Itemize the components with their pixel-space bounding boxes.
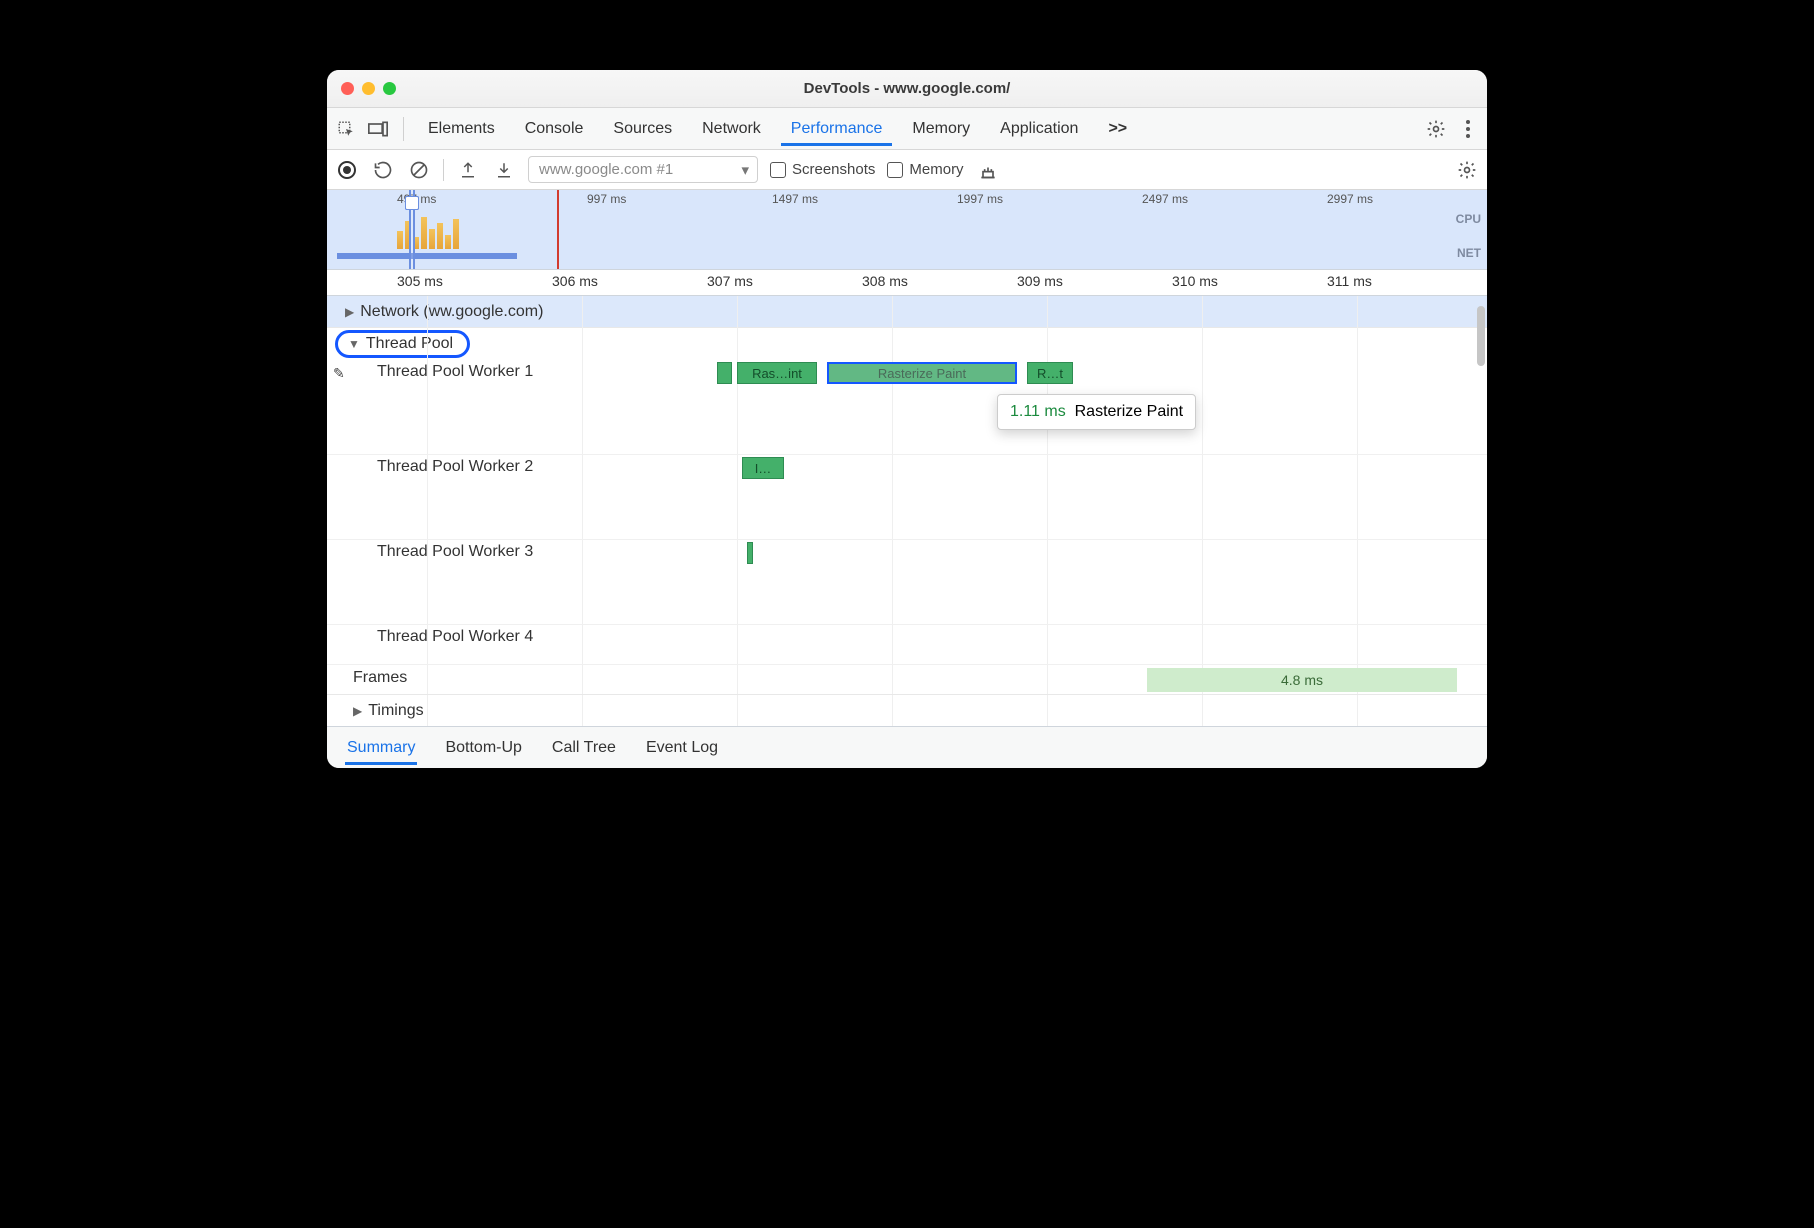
capture-settings-gear-icon[interactable] — [1455, 158, 1479, 182]
checkbox-icon — [770, 162, 786, 178]
overview-selection[interactable] — [409, 190, 415, 269]
window-title: DevTools - www.google.com/ — [804, 80, 1011, 97]
profile-select[interactable]: www.google.com #1 — [528, 156, 758, 183]
tab-memory[interactable]: Memory — [902, 112, 980, 146]
lane-worker-4: Thread Pool Worker 4 — [327, 625, 1487, 665]
tab-network[interactable]: Network — [692, 112, 771, 146]
details-tab-event-log[interactable]: Event Log — [644, 731, 720, 765]
overview-marker — [557, 190, 559, 269]
tab-console[interactable]: Console — [515, 112, 594, 146]
overview-cpu-label: CPU — [1456, 212, 1481, 226]
vertical-scrollbar[interactable] — [1475, 296, 1485, 726]
ruler-tick: 311 ms — [1327, 273, 1372, 289]
tab-separator — [403, 117, 404, 141]
details-tabs: Summary Bottom-Up Call Tree Event Log — [327, 726, 1487, 768]
details-tab-bottom-up[interactable]: Bottom-Up — [443, 731, 523, 765]
ruler-tick: 306 ms — [552, 273, 598, 289]
kebab-menu-icon[interactable] — [1457, 118, 1479, 140]
scroll-thumb[interactable] — [1477, 306, 1485, 366]
screenshots-toggle[interactable]: Screenshots — [770, 161, 875, 178]
task-bar[interactable]: Ras…int — [737, 362, 817, 384]
record-button[interactable] — [335, 158, 359, 182]
clear-button[interactable] — [407, 158, 431, 182]
selection-handle-right[interactable] — [405, 196, 419, 210]
worker2-label: Thread Pool Worker 2 — [377, 458, 533, 476]
performance-toolbar: www.google.com #1 Screenshots Memory — [327, 150, 1487, 190]
overview-activity — [397, 217, 459, 249]
frames-track[interactable]: Frames 4.8 ms — [327, 665, 1487, 695]
tab-application[interactable]: Application — [990, 112, 1088, 146]
lane-worker-2: Thread Pool Worker 2 I… — [327, 455, 1487, 540]
overview-tick: 2497 ms — [1142, 192, 1188, 206]
ruler-tick: 307 ms — [707, 273, 753, 289]
timeline-overview[interactable]: 497 ms 997 ms 1497 ms 1997 ms 2497 ms 29… — [327, 190, 1487, 270]
reload-record-button[interactable] — [371, 158, 395, 182]
flamechart-area[interactable]: ▶ Network (ww.google.com) ▼ Thread Pool … — [327, 296, 1487, 726]
worker1-label: Thread Pool Worker 1 — [377, 363, 533, 381]
checkbox-icon — [887, 162, 903, 178]
inspect-icon[interactable] — [335, 118, 357, 140]
zoom-window-button[interactable] — [383, 82, 396, 95]
upload-profile-button[interactable] — [456, 158, 480, 182]
minimize-window-button[interactable] — [362, 82, 375, 95]
window-controls — [341, 82, 396, 95]
task-tooltip: 1.11 ms Rasterize Paint — [997, 394, 1196, 430]
tabs-overflow[interactable]: >> — [1098, 112, 1137, 146]
tab-sources[interactable]: Sources — [603, 112, 682, 146]
overview-tick: 997 ms — [587, 192, 626, 206]
task-bar[interactable] — [747, 542, 753, 564]
task-bar[interactable]: I… — [742, 457, 784, 479]
tab-performance[interactable]: Performance — [781, 112, 893, 146]
task-bar[interactable]: R…t — [1027, 362, 1073, 384]
edit-icon[interactable]: ✎ — [333, 365, 345, 382]
time-ruler[interactable]: 305 ms 306 ms 307 ms 308 ms 309 ms 310 m… — [327, 270, 1487, 296]
tab-elements[interactable]: Elements — [418, 112, 505, 146]
close-window-button[interactable] — [341, 82, 354, 95]
details-tab-summary[interactable]: Summary — [345, 731, 417, 765]
settings-gear-icon[interactable] — [1425, 118, 1447, 140]
task-bar-selected[interactable]: Rasterize Paint — [827, 362, 1017, 384]
ruler-tick: 309 ms — [1017, 273, 1063, 289]
tooltip-name: Rasterize Paint — [1075, 403, 1184, 420]
worker3-label: Thread Pool Worker 3 — [377, 543, 533, 561]
screenshots-label: Screenshots — [792, 161, 875, 178]
garbage-collect-button[interactable] — [976, 158, 1000, 182]
main-tabs: Elements Console Sources Network Perform… — [327, 108, 1487, 150]
memory-toggle[interactable]: Memory — [887, 161, 963, 178]
overview-tick: 2997 ms — [1327, 192, 1373, 206]
tooltip-duration: 1.11 ms — [1010, 403, 1066, 420]
details-tab-call-tree[interactable]: Call Tree — [550, 731, 618, 765]
devtools-window: DevTools - www.google.com/ Elements Cons… — [327, 70, 1487, 768]
lane-worker-1: ✎ Thread Pool Worker 1 Ras…int Rasterize… — [327, 360, 1487, 455]
ruler-tick: 308 ms — [862, 273, 908, 289]
worker4-label: Thread Pool Worker 4 — [377, 628, 533, 646]
device-toggle-icon[interactable] — [367, 118, 389, 140]
titlebar: DevTools - www.google.com/ — [327, 70, 1487, 108]
overview-tick: 1497 ms — [772, 192, 818, 206]
frame-bar[interactable]: 4.8 ms — [1147, 668, 1457, 692]
overview-network-bar — [337, 253, 517, 259]
task-bar[interactable] — [717, 362, 732, 384]
frames-label: Frames — [353, 669, 407, 687]
lane-worker-3: Thread Pool Worker 3 — [327, 540, 1487, 625]
ruler-tick: 310 ms — [1172, 273, 1218, 289]
overview-net-label: NET — [1457, 246, 1481, 260]
download-profile-button[interactable] — [492, 158, 516, 182]
memory-label: Memory — [909, 161, 963, 178]
overview-tick: 1997 ms — [957, 192, 1003, 206]
ruler-tick: 305 ms — [397, 273, 443, 289]
